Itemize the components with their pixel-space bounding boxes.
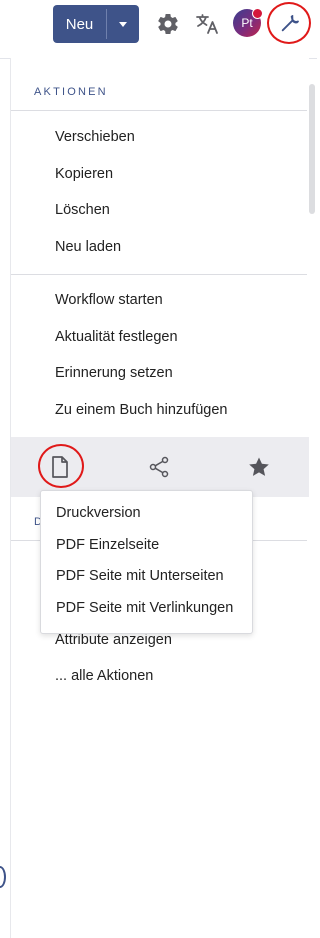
avatar-initials: Pt: [241, 16, 253, 30]
language-button[interactable]: [193, 10, 223, 38]
gear-icon: [158, 14, 178, 35]
settings-button[interactable]: [154, 10, 182, 38]
star-icon: [249, 457, 269, 476]
menu-item-delete[interactable]: Löschen: [55, 201, 110, 219]
menu-item-reload[interactable]: Neu laden: [55, 238, 121, 256]
menu-item-add-to-book[interactable]: Zu einem Buch hinzufügen: [55, 401, 228, 419]
favorite-button[interactable]: [243, 449, 275, 485]
share-button[interactable]: [143, 449, 175, 485]
export-icon-bar: [11, 437, 309, 497]
page-tools-button[interactable]: [271, 4, 309, 42]
dropdown-item-pdf-subpages[interactable]: PDF Seite mit Unterseiten: [56, 568, 224, 584]
wrench-icon: [281, 15, 299, 32]
menu-item-set-expiry[interactable]: Aktualität festlegen: [55, 328, 178, 346]
caret-down-icon: [119, 21, 127, 27]
menu-item-start-workflow[interactable]: Workflow starten: [55, 291, 163, 309]
translate-icon: [196, 14, 218, 34]
user-avatar[interactable]: Pt: [233, 8, 263, 37]
dropdown-item-print-version[interactable]: Druckversion: [56, 505, 141, 521]
panel-scrollbar[interactable]: [309, 84, 315, 214]
new-dropdown-toggle[interactable]: [107, 5, 139, 43]
dropdown-item-pdf-single[interactable]: PDF Einzelseite: [56, 537, 159, 553]
file-icon: [52, 456, 68, 478]
menu-item-move[interactable]: Verschieben: [55, 128, 135, 146]
new-split-button: Neu: [53, 5, 139, 43]
menu-item-set-reminder[interactable]: Erinnerung setzen: [55, 364, 173, 382]
menu-item-copy[interactable]: Kopieren: [55, 165, 113, 183]
edge-fragment: [0, 866, 6, 888]
divider: [11, 274, 307, 275]
menu-item-all-actions[interactable]: ... alle Aktionen: [55, 667, 153, 685]
notification-dot: [252, 8, 263, 19]
new-button[interactable]: Neu: [53, 5, 106, 43]
export-button[interactable]: [44, 449, 76, 485]
divider: [11, 110, 307, 111]
dropdown-item-pdf-links[interactable]: PDF Seite mit Verlinkungen: [56, 600, 233, 616]
export-dropdown: Druckversion PDF Einzelseite PDF Seite m…: [40, 490, 253, 634]
top-bar: Neu Pt: [0, 0, 317, 59]
section-title-actions: AKTIONEN: [34, 86, 108, 98]
share-icon: [149, 456, 169, 478]
